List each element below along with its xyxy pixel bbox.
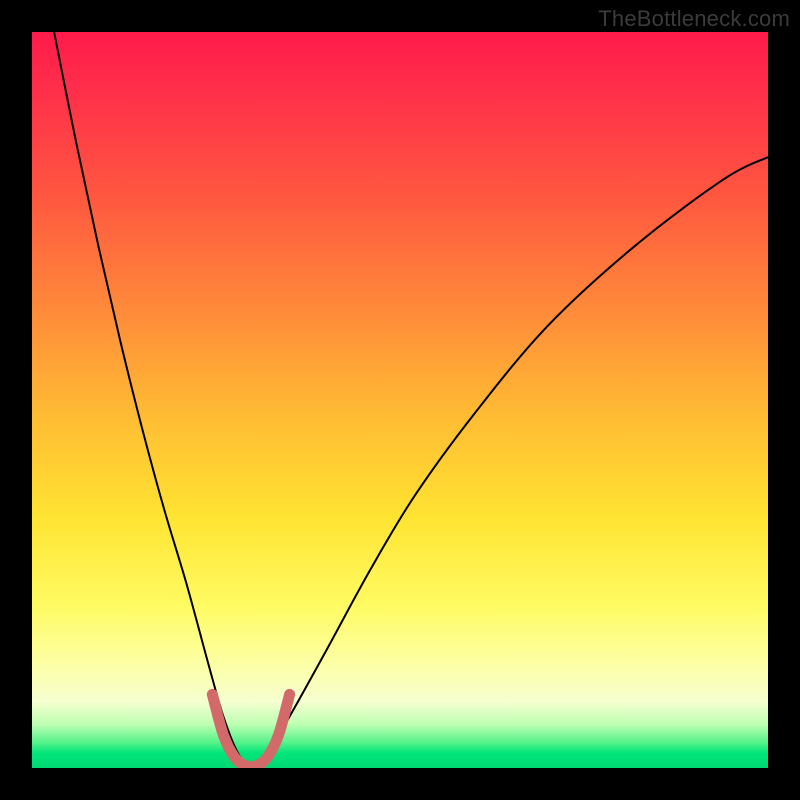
minimum-marker-path	[212, 694, 289, 766]
chart-frame: TheBottleneck.com	[0, 0, 800, 800]
watermark-text: TheBottleneck.com	[598, 6, 790, 32]
plot-area	[32, 32, 768, 768]
curve-layer	[32, 32, 768, 768]
bottleneck-curve-path	[54, 32, 768, 768]
